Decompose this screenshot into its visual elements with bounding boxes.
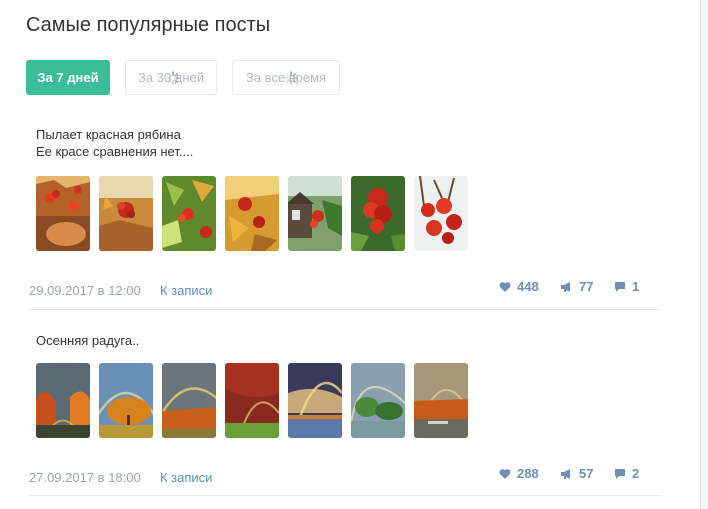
page-title: Самые популярные посты: [26, 14, 271, 36]
post-date: 27.09.2017 в 18:00: [29, 470, 141, 485]
rainbow-photo-3[interactable]: [162, 363, 216, 438]
megaphone-icon: [560, 281, 573, 296]
spinner-icon: [284, 71, 298, 85]
likes-value: 448: [517, 279, 539, 294]
heart-icon: [499, 468, 511, 483]
rainbow-photo-6[interactable]: [351, 363, 405, 438]
rowan-photo-7[interactable]: [414, 176, 468, 251]
rainbow-photo-4[interactable]: [225, 363, 279, 438]
comment-icon: [614, 468, 626, 483]
tab-7-days[interactable]: За 7 дней: [26, 60, 110, 95]
post-text: Пылает красная рябина Ее красе сравнения…: [36, 126, 661, 160]
reposts-value: 77: [579, 279, 594, 294]
post-text-line: Пылает красная рябина: [36, 127, 181, 142]
post-link[interactable]: К записи: [160, 470, 212, 485]
rowan-photo-2[interactable]: [99, 176, 153, 251]
comments-count: 1: [614, 279, 639, 296]
rowan-photo-5[interactable]: [288, 176, 342, 251]
rowan-photo-6[interactable]: [351, 176, 405, 251]
post-text-line: Осенняя радуга..: [36, 333, 140, 348]
post-date: 29.09.2017 в 12:00: [29, 283, 141, 298]
rowan-photo-4[interactable]: [225, 176, 279, 251]
post-divider: [29, 495, 661, 496]
comment-icon: [614, 281, 626, 296]
post-divider: [29, 309, 661, 310]
megaphone-icon: [560, 468, 573, 483]
rainbow-photo-1[interactable]: [36, 363, 90, 438]
tab-30-days[interactable]: За 30 дней: [125, 60, 217, 95]
comments-value: 2: [632, 466, 640, 481]
post-text: Осенняя радуга..: [36, 332, 661, 349]
rainbow-photo-2[interactable]: [99, 363, 153, 438]
comments-value: 1: [632, 279, 640, 294]
likes-value: 288: [517, 466, 539, 481]
reposts-count: 77: [560, 279, 593, 296]
page-scroll-edge: [700, 0, 708, 509]
reposts-value: 57: [579, 466, 594, 481]
post-text-line: Ее красе сравнения нет....: [36, 144, 194, 159]
rowan-photo-3[interactable]: [162, 176, 216, 251]
spinner-icon: [166, 71, 180, 85]
rainbow-photo-5[interactable]: [288, 363, 342, 438]
likes-count: 288: [499, 466, 539, 483]
comments-count: 2: [614, 466, 639, 483]
reposts-count: 57: [560, 466, 593, 483]
rowan-photo-1[interactable]: [36, 176, 90, 251]
heart-icon: [499, 281, 511, 296]
rainbow-photo-7[interactable]: [414, 363, 468, 438]
tab-all-time[interactable]: За все время: [232, 60, 340, 95]
post-card: Осенняя радуга.. 27.09.2017 в 18:00 К за…: [29, 332, 661, 497]
post-link[interactable]: К записи: [160, 283, 212, 298]
post-card: Пылает красная рябина Ее красе сравнения…: [29, 126, 661, 311]
likes-count: 448: [499, 279, 539, 296]
